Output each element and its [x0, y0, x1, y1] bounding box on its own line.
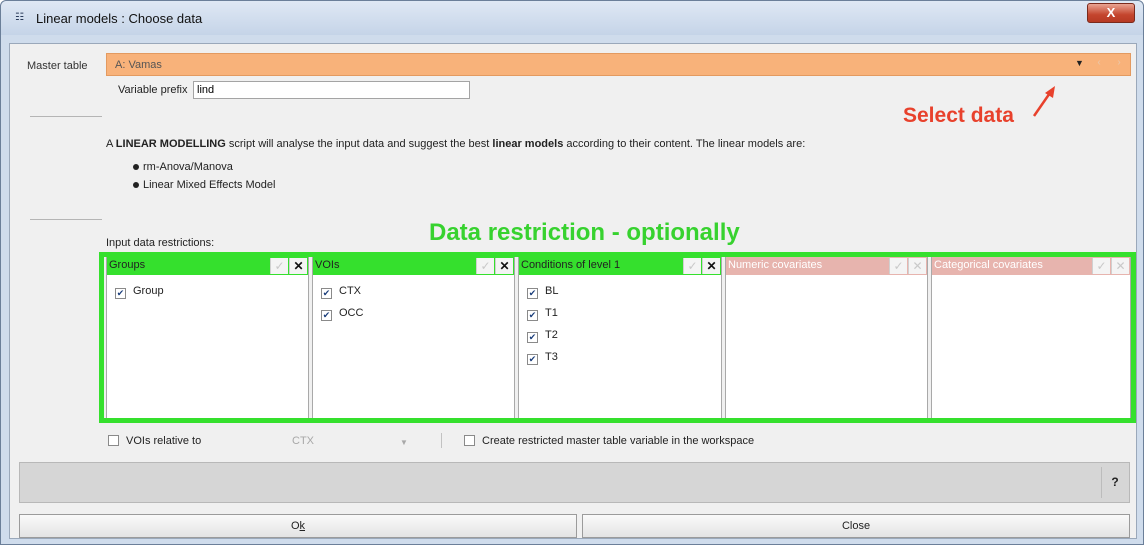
next-icon[interactable]: ›: [1113, 57, 1125, 71]
vois-relative-select[interactable]: CTX: [292, 435, 314, 447]
list-item: Linear Mixed Effects Model: [132, 179, 276, 191]
separator: [441, 433, 442, 448]
master-table-label: Master table: [27, 60, 88, 72]
data-restriction-annotation: Data restriction - optionally: [429, 219, 740, 246]
list-item: rm-Anova/Manova: [133, 161, 233, 173]
select-data-annotation: Select data: [903, 104, 1014, 127]
create-restricted-label: Create restricted master table variable …: [482, 435, 755, 447]
variable-prefix-input[interactable]: [193, 81, 470, 99]
prev-icon[interactable]: ‹: [1093, 57, 1105, 71]
window-title: Linear models : Choose data: [36, 11, 203, 26]
separator: [30, 219, 102, 220]
master-table-select[interactable]: A: Vamas ▼ ‹ ›: [106, 53, 1131, 76]
close-window-button[interactable]: X: [1087, 3, 1135, 23]
vois-relative-option[interactable]: VOIs relative to: [108, 435, 201, 447]
vois-relative-label: VOIs relative to: [126, 435, 202, 447]
separator: [30, 116, 102, 117]
chevron-down-icon[interactable]: ▼: [400, 438, 408, 447]
intro-text: A LINEAR MODELLING script will analyse t…: [106, 138, 806, 150]
annotation-arrow-icon: [1032, 86, 1055, 117]
dialog-content: Master table A: Vamas ▼ ‹ › Variable pre…: [9, 43, 1137, 539]
create-restricted-option[interactable]: Create restricted master table variable …: [464, 435, 754, 447]
variable-prefix-label: Variable prefix: [118, 84, 188, 96]
status-panel: ?: [19, 462, 1130, 503]
vois-relative-checkbox[interactable]: [108, 435, 119, 446]
input-data-restrictions-label: Input data restrictions:: [106, 237, 215, 249]
dropdown-arrow-icon[interactable]: ▼: [1075, 58, 1084, 68]
table-app-icon: ☷: [15, 12, 24, 23]
ok-button[interactable]: Ok: [19, 514, 577, 538]
master-table-value: A: Vamas: [115, 59, 162, 71]
dialog-window: ☷ Linear models : Choose data X Master t…: [0, 0, 1144, 545]
create-restricted-checkbox[interactable]: [464, 435, 475, 446]
help-button[interactable]: ?: [1101, 467, 1128, 498]
data-restriction-highlight: [99, 252, 1136, 423]
title-bar: ☷ Linear models : Choose data X: [1, 1, 1143, 35]
close-button[interactable]: Close: [582, 514, 1130, 538]
